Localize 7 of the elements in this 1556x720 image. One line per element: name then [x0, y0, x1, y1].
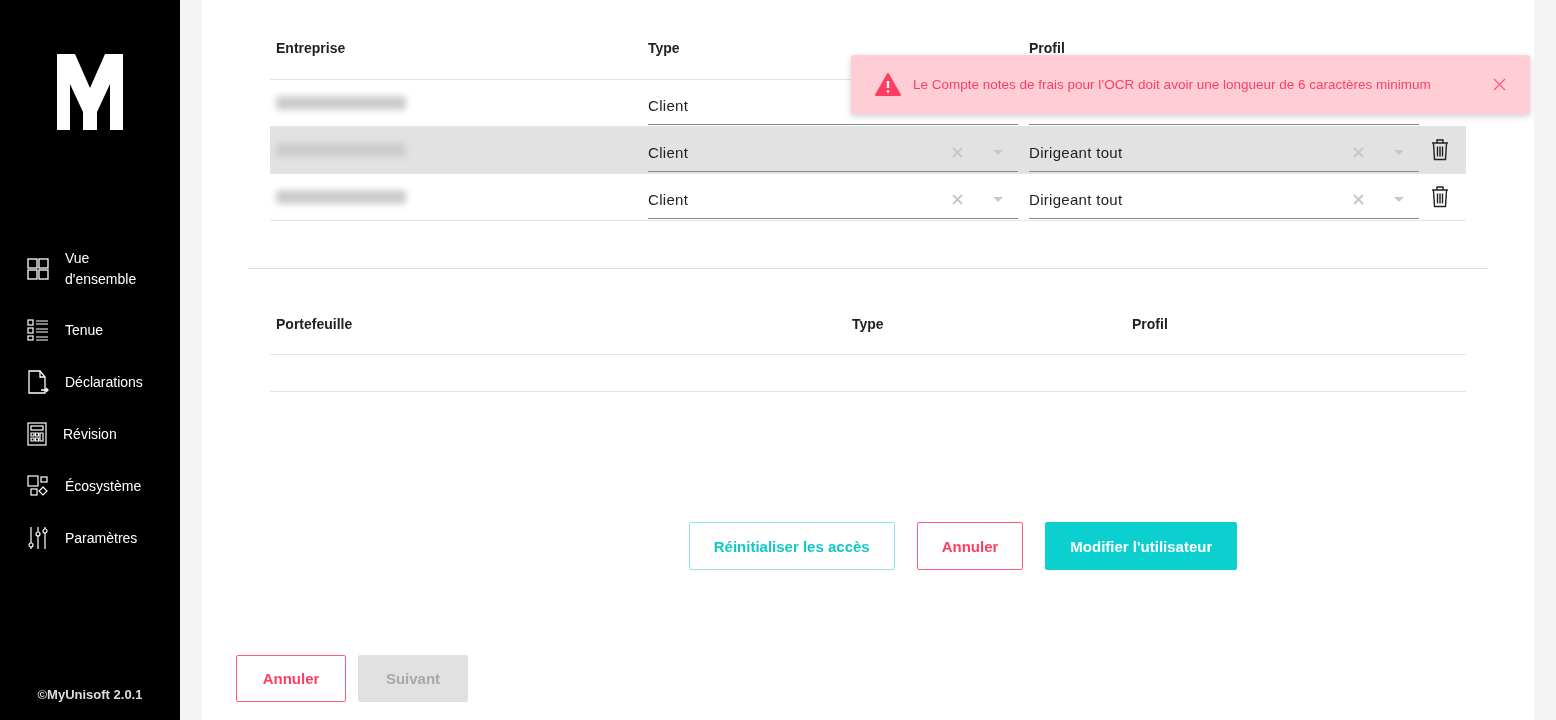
column-header: Portefeuille: [275, 315, 354, 332]
column-header: Profil: [1029, 39, 1066, 56]
column-header: Entreprise: [275, 39, 347, 56]
column-header: Type: [648, 39, 681, 56]
column-header: Profil: [1132, 315, 1168, 332]
column-header: Type: [852, 315, 885, 332]
copyright-text: ©MyUnisoft 2.0.1: [37, 687, 143, 702]
